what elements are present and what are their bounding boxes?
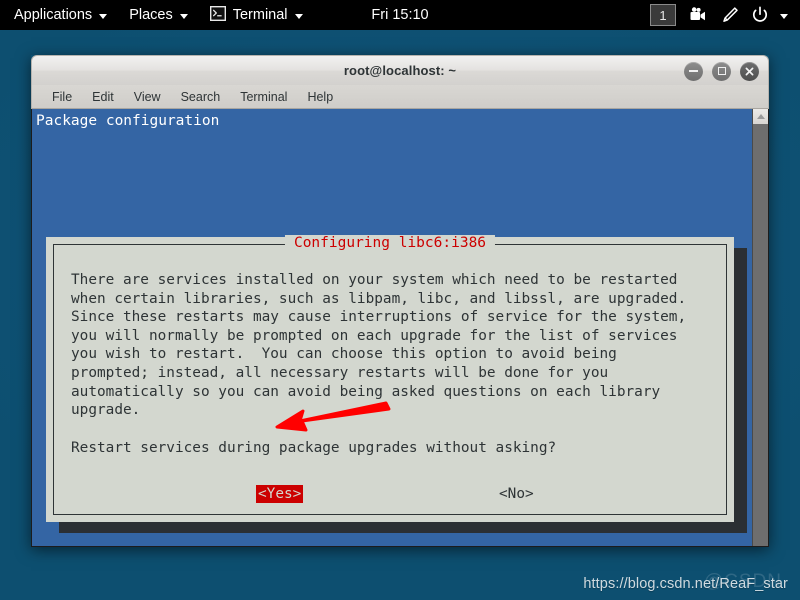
yes-button[interactable]: <Yes>: [256, 485, 304, 503]
menubar-item-terminal[interactable]: Terminal: [231, 88, 296, 106]
chevron-down-icon: [179, 13, 188, 19]
window-titlebar[interactable]: root@localhost: ~: [31, 55, 769, 85]
dialog-inner-frame: Configuring libc6:i386 There are service…: [53, 235, 727, 515]
panel-tray: 1: [650, 0, 800, 30]
dialog-button-row: <Yes> <No>: [54, 485, 726, 507]
watermark: https://blog.csdn.net/ReaF_star: [583, 576, 788, 592]
terminal-scrollbar[interactable]: [752, 109, 768, 546]
system-menu-chevron-icon[interactable]: [776, 0, 792, 30]
menu-terminal-label: Terminal: [232, 7, 288, 23]
pen-icon[interactable]: [716, 0, 744, 30]
terminal-icon: [209, 5, 226, 25]
chevron-down-icon: [294, 13, 303, 19]
package-configuration-header: Package configuration: [36, 113, 220, 129]
dialog-title: Configuring libc6:i386: [284, 235, 496, 251]
close-icon: [745, 67, 754, 75]
window-controls: [684, 56, 759, 86]
menubar-item-view[interactable]: View: [125, 88, 170, 106]
scroll-up-button[interactable]: [753, 109, 768, 124]
chevron-up-icon: [756, 114, 765, 119]
menu-places-label: Places: [129, 7, 173, 23]
workspace-number: 1: [659, 7, 667, 23]
menubar-item-edit[interactable]: Edit: [83, 88, 123, 106]
maximize-icon: [717, 67, 726, 75]
minimize-button[interactable]: [684, 61, 703, 81]
curses-screen: Package configuration Configuring libc6:…: [32, 109, 752, 546]
dialog-question-text: Restart services during package upgrades…: [71, 440, 557, 456]
power-icon[interactable]: [746, 0, 774, 30]
minimize-icon: [689, 70, 698, 72]
menu-places[interactable]: Places: [118, 0, 199, 30]
panel-clock[interactable]: Fri 15:10: [371, 0, 428, 30]
screencast-icon[interactable]: [686, 0, 714, 30]
no-button[interactable]: <No>: [497, 485, 536, 503]
maximize-button[interactable]: [712, 61, 731, 81]
menu-terminal-app[interactable]: Terminal: [199, 0, 314, 30]
dialog-body-text: There are services installed on your sys…: [71, 272, 687, 419]
terminal-body: Package configuration Configuring libc6:…: [31, 109, 769, 547]
top-panel: Applications Places Terminal Fri 15:10 1: [0, 0, 800, 30]
terminal-window: root@localhost: ~ File Edit View Search …: [31, 55, 769, 547]
workspace-switcher[interactable]: 1: [650, 4, 676, 26]
menubar: File Edit View Search Terminal Help: [31, 85, 769, 109]
menubar-item-file[interactable]: File: [43, 88, 81, 106]
close-button[interactable]: [740, 61, 759, 81]
menubar-item-search[interactable]: Search: [172, 88, 230, 106]
menu-applications-label: Applications: [14, 7, 93, 23]
menu-applications[interactable]: Applications: [0, 0, 118, 30]
configuration-dialog: Configuring libc6:i386 There are service…: [46, 235, 734, 522]
menubar-item-help[interactable]: Help: [298, 88, 342, 106]
window-title: root@localhost: ~: [343, 63, 457, 78]
chevron-down-icon: [99, 13, 108, 19]
